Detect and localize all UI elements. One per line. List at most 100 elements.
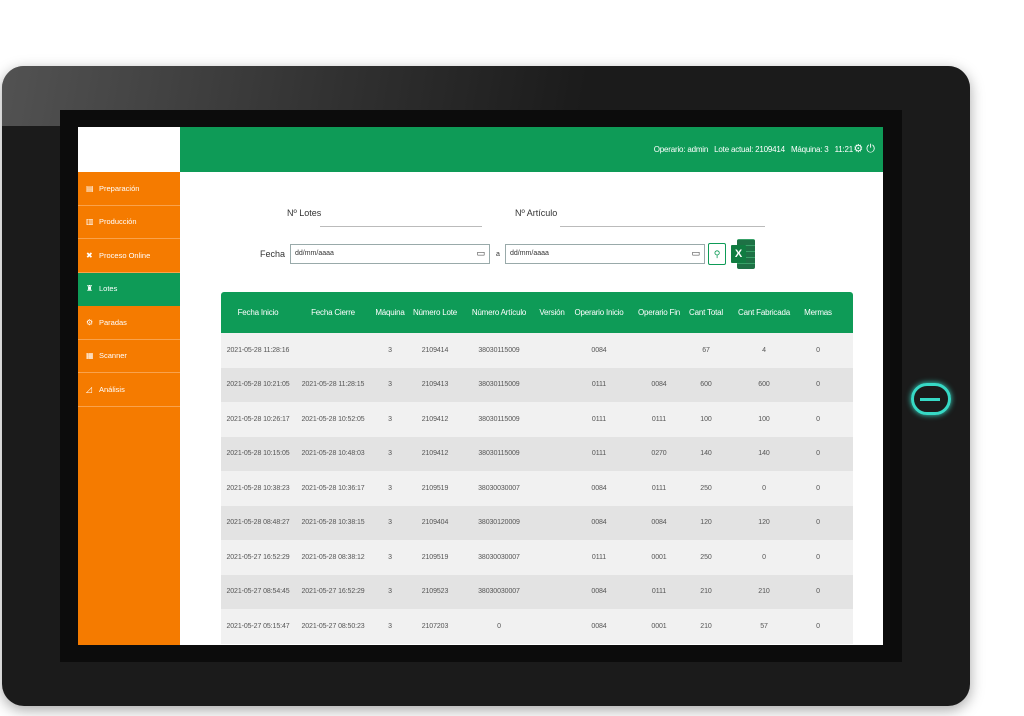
calendar-icon[interactable]: ▭: [476, 248, 485, 259]
table-cell: 2107203: [421, 622, 449, 630]
table-cell: 120: [758, 519, 770, 527]
table-row[interactable]: 2021-05-27 16:52:29 2021-05-28 08:38:12 3 2…: [221, 540, 853, 575]
table-cell: 0: [816, 519, 820, 527]
column-header[interactable]: Mermas: [803, 308, 833, 317]
sidebar: ▤ Preparación ▥ Producción ✖ Proceso Onl…: [78, 172, 180, 645]
table-row[interactable]: 2021-05-28 11:28:16 3 2109414 38030115009 00…: [221, 333, 853, 368]
hierarchy-icon: ♜: [86, 284, 94, 294]
sidebar-item-label: Paradas: [99, 317, 127, 327]
table-cell: 2109519: [421, 484, 449, 492]
table-cell: 250: [700, 484, 712, 492]
excel-x-icon: X: [731, 245, 746, 263]
articulo-input[interactable]: [560, 226, 765, 227]
table-cell: 0: [816, 622, 820, 630]
table-cell: 3: [388, 519, 392, 527]
sidebar-item-lotes[interactable]: ♜ Lotes: [78, 272, 180, 306]
column-header[interactable]: Fecha Cierre: [295, 308, 371, 317]
table-cell: 0: [816, 415, 820, 423]
calendar-icon[interactable]: ▭: [691, 248, 700, 259]
column-header[interactable]: Número Lote: [409, 308, 461, 317]
table-cell: 3: [388, 450, 392, 458]
gear-icon[interactable]: ⚙: [853, 143, 863, 155]
table-cell: 2109404: [421, 519, 449, 527]
column-header[interactable]: Versión: [537, 308, 567, 317]
table-cell: 0084: [591, 622, 607, 630]
column-header[interactable]: Operario Inicio: [567, 308, 631, 317]
table-cell: 2021-05-28 10:38:15: [301, 519, 365, 527]
table-row[interactable]: 2021-05-28 10:21:05 2021-05-28 11:28:15 3 2…: [221, 367, 853, 402]
table-cell: 0111: [591, 450, 607, 458]
table-row[interactable]: 2021-05-27 08:54:45 2021-05-27 16:52:29 3 2…: [221, 574, 853, 609]
logo-area: [78, 127, 180, 172]
gear-icon: ⚙: [86, 317, 94, 327]
table-cell: 38030115009: [478, 415, 520, 423]
table-cell: 0111: [651, 588, 667, 596]
lotes-input[interactable]: [320, 226, 482, 227]
sidebar-item-paradas[interactable]: ⚙ Paradas: [78, 306, 180, 340]
table-cell: 0: [816, 346, 820, 354]
sidebar-item-analisis[interactable]: ◿ Análisis: [78, 373, 180, 407]
table-row[interactable]: 2021-05-28 10:38:23 2021-05-28 10:36:17 3 2…: [221, 471, 853, 506]
column-header[interactable]: Cant Total: [687, 308, 725, 317]
sidebar-item-preparacion[interactable]: ▤ Preparación: [78, 172, 180, 206]
table-cell: 2109519: [421, 553, 449, 561]
table-cell: 4: [762, 346, 766, 354]
table-cell: 0001: [651, 553, 667, 561]
date-separator: a: [496, 251, 500, 258]
table-row[interactable]: 2021-05-28 08:48:27 2021-05-28 10:38:15 3 2…: [221, 505, 853, 540]
table-cell: 2109413: [421, 381, 449, 389]
sidebar-item-produccion[interactable]: ▥ Producción: [78, 206, 180, 239]
table-cell: 0270: [651, 450, 667, 458]
table-cell: 2109523: [421, 588, 449, 596]
excel-export-button[interactable]: X: [731, 239, 755, 269]
table-cell: 100: [758, 415, 770, 423]
sidebar-item-label: Producción: [99, 217, 137, 227]
table-cell: 0: [762, 484, 766, 492]
date-to-input[interactable]: dd/mm/aaaa ▭: [505, 244, 705, 264]
app-screen: Operario: admin Lote actual: 2109414 Máq…: [78, 127, 883, 645]
date-to-placeholder: dd/mm/aaaa: [510, 250, 549, 257]
column-header[interactable]: Fecha Inicio: [221, 308, 295, 317]
sidebar-item-proceso-online[interactable]: ✖ Proceso Online: [78, 239, 180, 273]
table-cell: 2021-05-28 10:52:05: [301, 415, 365, 423]
current-lot-text: Lote actual: 2109414: [714, 145, 785, 154]
table-cell: 0: [762, 553, 766, 561]
table-cell: 2109412: [421, 450, 449, 458]
column-header[interactable]: Operario Fin: [631, 308, 687, 317]
sidebar-item-label: Análisis: [99, 384, 125, 394]
table-cell: 2021-05-27 08:54:45: [226, 588, 290, 596]
cross-icon: ✖: [86, 250, 93, 260]
table-cell: 2021-05-27 16:52:29: [301, 588, 365, 596]
column-header[interactable]: Número Artículo: [461, 308, 537, 317]
search-icon: ⚲: [713, 249, 721, 259]
table-row[interactable]: 2021-05-28 10:26:17 2021-05-28 10:52:05 3 2…: [221, 402, 853, 437]
column-header[interactable]: Cant Fabricada: [725, 308, 803, 317]
search-button[interactable]: ⚲: [708, 243, 726, 265]
table-cell: 2021-05-28 08:48:27: [226, 519, 290, 527]
table-cell: 3: [388, 415, 392, 423]
power-icon[interactable]: ⏻: [866, 143, 875, 155]
sidebar-item-scanner[interactable]: ▦ Scanner: [78, 340, 180, 373]
table-row[interactable]: 2021-05-28 10:15:05 2021-05-28 10:48:03 3 2…: [221, 436, 853, 471]
topbar-icons: ⚙ ⏻: [850, 142, 875, 156]
table-cell: 210: [700, 588, 712, 596]
barcode-icon: ▦: [86, 351, 94, 361]
table-cell: 0084: [591, 519, 607, 527]
table-cell: 600: [758, 381, 770, 389]
machine-text: Máquina: 3: [790, 145, 829, 154]
tablet-home-button[interactable]: [911, 383, 951, 415]
table-cell: 38030030007: [478, 484, 520, 492]
table-cell: 120: [700, 519, 712, 527]
status-info: Operario: admin Lote actual: 2109414 Máq…: [650, 145, 853, 154]
table-cell: 0: [816, 450, 820, 458]
table-cell: 38030120009: [478, 519, 520, 527]
table-cell: 2021-05-28 11:28:15: [301, 381, 365, 389]
column-header[interactable]: Máquina: [371, 308, 409, 317]
table-row[interactable]: 2021-05-27 05:15:47 2021-05-27 08:50:23 3 2…: [221, 609, 853, 644]
table-cell: 2021-05-27 16:52:29: [226, 553, 290, 561]
table-header: Fecha Inicio Fecha Cierre Máquina Número…: [221, 292, 853, 333]
table-cell: 140: [758, 450, 770, 458]
date-from-input[interactable]: dd/mm/aaaa ▭: [290, 244, 490, 264]
area-chart-icon: ◿: [86, 384, 93, 394]
table-cell: 2109414: [421, 346, 449, 354]
